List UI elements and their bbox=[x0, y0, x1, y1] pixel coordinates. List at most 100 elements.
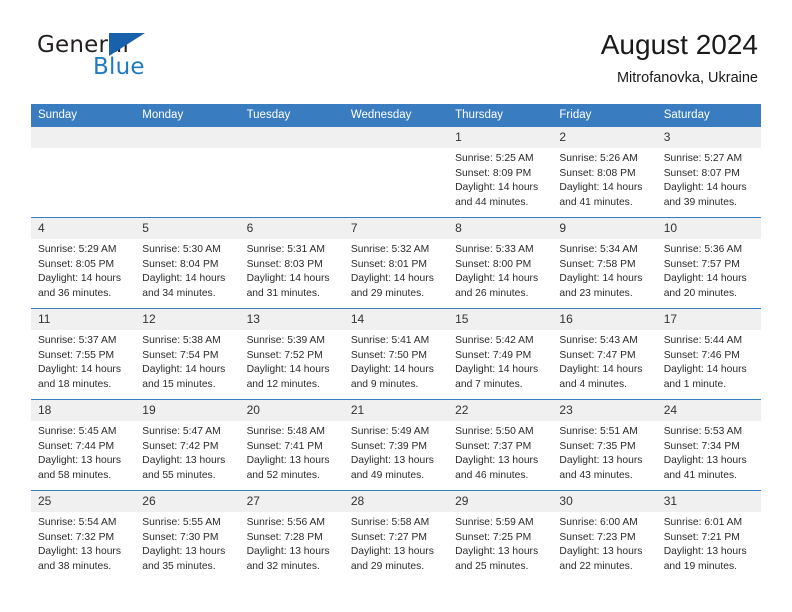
sunset-text: Sunset: 7:32 PM bbox=[38, 531, 115, 543]
day-cell-inner: 30 Sunrise: 6:00 AM Sunset: 7:23 PM Dayligh… bbox=[552, 491, 657, 581]
calendar-day-cell[interactable]: 3 Sunrise: 5:27 AM Sunset: 8:07 PM Daylight… bbox=[656, 126, 761, 218]
day-sun-info: Sunrise: 5:50 AM Sunset: 7:37 PM Daylight:… bbox=[448, 421, 552, 483]
weekday-header-tuesday: Tuesday bbox=[239, 104, 344, 127]
calendar-day-cell[interactable]: 9 Sunrise: 5:34 AM Sunset: 7:58 PM Daylight… bbox=[552, 217, 657, 309]
calendar-day-cell[interactable]: 31 Sunrise: 6:01 AM Sunset: 7:21 PM Dayligh… bbox=[656, 490, 761, 581]
calendar-day-cell[interactable]: 17 Sunrise: 5:44 AM Sunset: 7:46 PM Dayligh… bbox=[656, 308, 761, 400]
day-number: 18 bbox=[31, 400, 136, 421]
sunrise-text: Sunrise: 6:01 AM bbox=[663, 517, 743, 528]
calendar-day-cell[interactable]: 23 Sunrise: 5:51 AM Sunset: 7:35 PM Dayligh… bbox=[552, 399, 657, 491]
calendar-day-cell[interactable]: 19 Sunrise: 5:47 AM Sunset: 7:42 PM Dayligh… bbox=[135, 399, 240, 491]
sunrise-text: Sunrise: 5:29 AM bbox=[38, 244, 117, 255]
calendar-day-cell[interactable]: 13 Sunrise: 5:39 AM Sunset: 7:52 PM Dayligh… bbox=[239, 308, 344, 400]
day-number: 8 bbox=[448, 218, 553, 239]
day-cell-inner bbox=[31, 127, 136, 217]
sunrise-text: Sunrise: 5:30 AM bbox=[142, 244, 221, 255]
daylight-text: Daylight: 14 hours and 26 minutes. bbox=[455, 273, 539, 299]
calendar-header-row: Sunday Monday Tuesday Wednesday Thursday… bbox=[31, 104, 761, 127]
daylight-text: Daylight: 13 hours and 38 minutes. bbox=[38, 546, 121, 572]
day-number: 16 bbox=[552, 309, 657, 330]
daylight-text: Daylight: 13 hours and 46 minutes. bbox=[455, 455, 539, 481]
calendar-week-row: 25 Sunrise: 5:54 AM Sunset: 7:32 PM Dayligh… bbox=[31, 490, 761, 581]
calendar-page: General Blue August 2024 Mitrofanovka, U… bbox=[0, 0, 792, 612]
calendar-day-cell[interactable]: 26 Sunrise: 5:55 AM Sunset: 7:30 PM Dayligh… bbox=[135, 490, 240, 581]
calendar-day-cell[interactable]: 11 Sunrise: 5:37 AM Sunset: 7:55 PM Dayligh… bbox=[31, 308, 136, 400]
sunset-text: Sunset: 7:27 PM bbox=[350, 531, 427, 543]
day-number: 9 bbox=[552, 218, 657, 239]
day-cell-inner: 18 Sunrise: 5:45 AM Sunset: 7:44 PM Dayligh… bbox=[31, 400, 136, 490]
daylight-text: Daylight: 14 hours and 41 minutes. bbox=[559, 182, 643, 208]
sunrise-text: Sunrise: 5:58 AM bbox=[350, 517, 430, 528]
calendar-day-cell[interactable]: 21 Sunrise: 5:49 AM Sunset: 7:39 PM Dayligh… bbox=[343, 399, 449, 491]
day-sun-info: Sunrise: 5:59 AM Sunset: 7:25 PM Daylight:… bbox=[448, 512, 552, 574]
calendar-day-cell[interactable]: 22 Sunrise: 5:50 AM Sunset: 7:37 PM Dayligh… bbox=[448, 399, 553, 491]
calendar-week-row: 11 Sunrise: 5:37 AM Sunset: 7:55 PM Dayligh… bbox=[31, 308, 761, 400]
calendar-day-cell[interactable]: 15 Sunrise: 5:42 AM Sunset: 7:49 PM Dayligh… bbox=[448, 308, 553, 400]
sunset-text: Sunset: 7:49 PM bbox=[455, 349, 532, 361]
calendar-day-cell[interactable]: 14 Sunrise: 5:41 AM Sunset: 7:50 PM Dayligh… bbox=[343, 308, 449, 400]
day-cell-inner: 15 Sunrise: 5:42 AM Sunset: 7:49 PM Dayligh… bbox=[448, 309, 553, 399]
calendar-day-cell[interactable]: 2 Sunrise: 5:26 AM Sunset: 8:08 PM Daylight… bbox=[552, 126, 657, 218]
calendar-day-cell[interactable]: 16 Sunrise: 5:43 AM Sunset: 7:47 PM Dayligh… bbox=[552, 308, 657, 400]
day-number: 2 bbox=[552, 127, 657, 148]
day-cell-inner: 27 Sunrise: 5:56 AM Sunset: 7:28 PM Dayligh… bbox=[239, 491, 344, 581]
calendar-day-cell[interactable]: 7 Sunrise: 5:32 AM Sunset: 8:01 PM Daylight… bbox=[343, 217, 449, 309]
day-number bbox=[31, 127, 136, 148]
day-sun-info: Sunrise: 5:32 AM Sunset: 8:01 PM Daylight:… bbox=[344, 239, 448, 301]
sunrise-text: Sunrise: 5:38 AM bbox=[142, 335, 221, 346]
sunset-text: Sunset: 7:50 PM bbox=[350, 349, 427, 361]
sunset-text: Sunset: 7:30 PM bbox=[142, 531, 219, 543]
calendar-day-cell[interactable]: 18 Sunrise: 5:45 AM Sunset: 7:44 PM Dayligh… bbox=[31, 399, 136, 491]
weekday-header-thursday: Thursday bbox=[448, 104, 553, 127]
calendar-day-cell[interactable]: 29 Sunrise: 5:59 AM Sunset: 7:25 PM Dayligh… bbox=[448, 490, 553, 581]
day-cell-inner: 12 Sunrise: 5:38 AM Sunset: 7:54 PM Dayligh… bbox=[135, 309, 240, 399]
day-number: 21 bbox=[343, 400, 449, 421]
weekday-header-monday: Monday bbox=[135, 104, 240, 127]
daylight-text: Daylight: 13 hours and 19 minutes. bbox=[663, 546, 747, 572]
sunset-text: Sunset: 7:41 PM bbox=[246, 440, 323, 452]
sunrise-text: Sunrise: 6:00 AM bbox=[559, 517, 638, 528]
calendar-day-cell-empty bbox=[343, 126, 449, 218]
sunset-text: Sunset: 7:21 PM bbox=[663, 531, 740, 543]
weekday-header-wednesday: Wednesday bbox=[343, 104, 449, 127]
calendar-day-cell[interactable]: 5 Sunrise: 5:30 AM Sunset: 8:04 PM Daylight… bbox=[135, 217, 240, 309]
page-subtitle: Mitrofanovka, Ukraine bbox=[616, 70, 758, 86]
day-sun-info: Sunrise: 5:44 AM Sunset: 7:46 PM Daylight:… bbox=[657, 330, 761, 392]
calendar-day-cell[interactable]: 10 Sunrise: 5:36 AM Sunset: 7:57 PM Dayligh… bbox=[656, 217, 761, 309]
sunrise-text: Sunrise: 5:44 AM bbox=[663, 335, 743, 346]
calendar-day-cell[interactable]: 25 Sunrise: 5:54 AM Sunset: 7:32 PM Dayligh… bbox=[31, 490, 136, 581]
day-number: 3 bbox=[656, 127, 761, 148]
calendar-day-cell[interactable]: 12 Sunrise: 5:38 AM Sunset: 7:54 PM Dayligh… bbox=[135, 308, 240, 400]
day-cell-inner: 31 Sunrise: 6:01 AM Sunset: 7:21 PM Dayligh… bbox=[656, 491, 761, 581]
day-number: 15 bbox=[448, 309, 553, 330]
calendar-day-cell[interactable]: 8 Sunrise: 5:33 AM Sunset: 8:00 PM Daylight… bbox=[448, 217, 553, 309]
day-cell-inner: 20 Sunrise: 5:48 AM Sunset: 7:41 PM Dayligh… bbox=[239, 400, 344, 490]
daylight-text: Daylight: 13 hours and 35 minutes. bbox=[142, 546, 226, 572]
calendar-day-cell[interactable]: 1 Sunrise: 5:25 AM Sunset: 8:09 PM Daylight… bbox=[448, 126, 553, 218]
calendar-day-cell[interactable]: 30 Sunrise: 6:00 AM Sunset: 7:23 PM Dayligh… bbox=[552, 490, 657, 581]
page-header: General Blue August 2024 Mitrofanovka, U… bbox=[0, 0, 792, 100]
calendar-day-cell[interactable]: 28 Sunrise: 5:58 AM Sunset: 7:27 PM Dayligh… bbox=[343, 490, 449, 581]
day-number: 22 bbox=[448, 400, 553, 421]
sunset-text: Sunset: 7:28 PM bbox=[246, 531, 323, 543]
sunrise-text: Sunrise: 5:39 AM bbox=[246, 335, 325, 346]
daylight-text: Daylight: 14 hours and 18 minutes. bbox=[38, 364, 121, 390]
day-number: 11 bbox=[31, 309, 136, 330]
sunset-text: Sunset: 8:08 PM bbox=[559, 167, 636, 179]
calendar-day-cell[interactable]: 20 Sunrise: 5:48 AM Sunset: 7:41 PM Dayligh… bbox=[239, 399, 344, 491]
calendar-day-cell[interactable]: 6 Sunrise: 5:31 AM Sunset: 8:03 PM Daylight… bbox=[239, 217, 344, 309]
day-sun-info: Sunrise: 5:53 AM Sunset: 7:34 PM Daylight:… bbox=[657, 421, 761, 483]
day-cell-inner bbox=[239, 127, 344, 217]
daylight-text: Daylight: 14 hours and 7 minutes. bbox=[455, 364, 539, 390]
day-cell-inner bbox=[135, 127, 240, 217]
daylight-text: Daylight: 13 hours and 22 minutes. bbox=[559, 546, 643, 572]
calendar-day-cell[interactable]: 27 Sunrise: 5:56 AM Sunset: 7:28 PM Dayligh… bbox=[239, 490, 344, 581]
brand-logo[interactable]: General Blue bbox=[31, 32, 211, 90]
sunset-text: Sunset: 7:57 PM bbox=[663, 258, 740, 270]
day-cell-inner: 1 Sunrise: 5:25 AM Sunset: 8:09 PM Daylight… bbox=[448, 127, 553, 217]
daylight-text: Daylight: 14 hours and 39 minutes. bbox=[663, 182, 747, 208]
calendar-day-cell[interactable]: 24 Sunrise: 5:53 AM Sunset: 7:34 PM Dayligh… bbox=[656, 399, 761, 491]
sunset-text: Sunset: 8:09 PM bbox=[455, 167, 532, 179]
day-number: 25 bbox=[31, 491, 136, 512]
calendar-day-cell[interactable]: 4 Sunrise: 5:29 AM Sunset: 8:05 PM Daylight… bbox=[31, 217, 136, 309]
